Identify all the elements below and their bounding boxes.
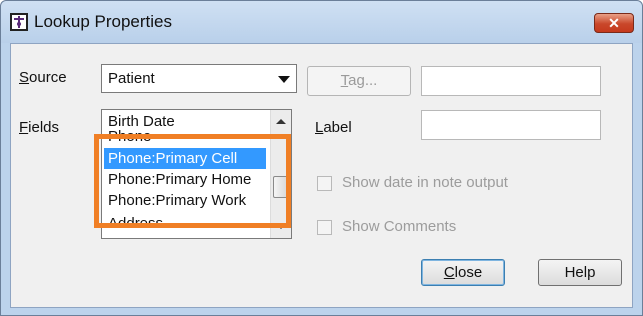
show-comments-label: Show Comments <box>342 218 457 235</box>
list-item[interactable]: Phone:Primary Work <box>104 190 266 211</box>
show-comments-checkbox[interactable] <box>317 220 332 235</box>
fields-label: Fields <box>19 119 60 136</box>
show-date-label: Show date in note output <box>342 174 508 191</box>
dialog-body: Source Patient Tag... Fields Birth Date … <box>10 43 633 308</box>
list-item[interactable]: Address <box>104 211 266 225</box>
label-label: Label <box>315 119 352 136</box>
list-item-selected[interactable]: Phone:Primary Cell <box>104 148 266 169</box>
fields-scrollbar[interactable] <box>270 110 291 238</box>
label-field[interactable] <box>421 110 601 140</box>
tag-button[interactable]: Tag... <box>307 66 411 96</box>
chevron-down-icon <box>278 76 290 83</box>
lookup-properties-dialog: Lookup Properties ✕ Source Patient Tag..… <box>0 0 643 316</box>
source-dropdown[interactable]: Patient <box>101 64 297 93</box>
list-item[interactable]: Phone:Primary Home <box>104 169 266 190</box>
source-value: Patient <box>108 70 155 87</box>
help-button[interactable]: Help <box>538 259 622 286</box>
fields-listbox[interactable]: Birth Date Phone Phone:Primary Cell Phon… <box>101 109 292 239</box>
list-item[interactable]: Phone <box>104 130 266 145</box>
close-button[interactable]: Close <box>421 259 505 286</box>
scroll-down-icon[interactable] <box>276 224 286 229</box>
close-icon: ✕ <box>608 15 620 31</box>
source-label: Source <box>19 69 67 86</box>
title-bar: Lookup Properties ✕ <box>1 1 642 43</box>
show-date-checkbox[interactable] <box>317 176 332 191</box>
app-icon <box>10 13 28 31</box>
scroll-thumb[interactable] <box>273 176 288 198</box>
list-item[interactable]: Birth Date <box>104 111 266 132</box>
window-title: Lookup Properties <box>34 12 172 31</box>
scroll-up-icon[interactable] <box>276 119 286 124</box>
tag-field[interactable] <box>421 66 601 96</box>
close-window-button[interactable]: ✕ <box>594 13 634 33</box>
